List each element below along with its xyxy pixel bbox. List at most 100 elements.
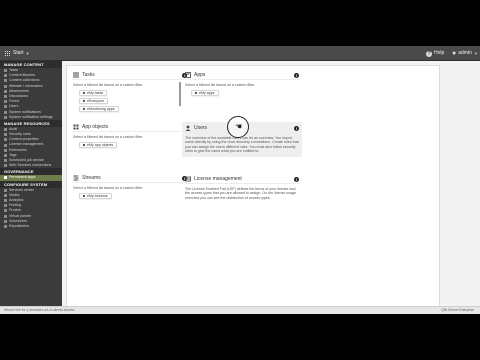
filter-chip[interactable]: eMy app objects [79, 142, 118, 149]
menu-item-icon [4, 69, 7, 73]
home-label: Start [13, 50, 24, 56]
streams-card-description: Select a filtered list based on a custom… [73, 186, 144, 190]
sidebar-section-title: Governance [0, 168, 62, 176]
menu-item-icon [4, 148, 7, 152]
grid-icon [5, 50, 11, 57]
menu-item-icon [4, 153, 7, 157]
letterbox-top [0, 0, 480, 46]
user-icon: ● [452, 50, 457, 57]
filter-chip-label: eMonitoring apps [87, 107, 115, 112]
filter-chip[interactable]: eMonitoring apps [79, 106, 119, 113]
user-menu-button[interactable]: ● admin ▼ [452, 49, 478, 58]
filter-chip-label: eEveryone [87, 99, 105, 104]
apps-icon [185, 72, 191, 78]
license-card-description: The License Enabled Flat (LEF) defines t… [185, 187, 297, 200]
info-icon[interactable]: i [294, 176, 299, 182]
menu-item-icon [4, 214, 7, 218]
filter-chip[interactable]: eMy streams [79, 193, 112, 200]
app-objects-card: App objects i Select a filtered list bas… [73, 123, 187, 149]
sidebar-item-label: Repositories [9, 223, 29, 228]
menu-item-icon [4, 79, 7, 83]
menu-item-icon [4, 110, 7, 114]
filter-chip[interactable]: eMy tasks [79, 90, 108, 97]
tasks-filter-list: eMy tasks eEveryone eMonitoring apps [79, 88, 187, 113]
filter-icon [195, 92, 197, 95]
start-page-panel: Tasks i Select a filtered list based on … [66, 65, 440, 308]
menu-item-icon [4, 188, 7, 192]
tasks-card-description: Select a filtered list based on a custom… [73, 83, 144, 87]
main-area: Tasks i Select a filtered list based on … [62, 61, 480, 314]
license-icon [185, 176, 191, 182]
app-objects-filter-list: eMy app objects [79, 140, 187, 149]
apps-filter-list: eMy apps [191, 88, 299, 97]
app-window: Start ▼ ? Help ● admin ▼ Manage content T… [0, 46, 480, 314]
menu-item-icon [4, 105, 7, 109]
streams-card-header: Streams i [73, 174, 187, 183]
filter-icon [83, 144, 85, 147]
chevron-down-icon: ▼ [473, 51, 478, 56]
objects-icon [73, 124, 79, 130]
license-card-title: License management [194, 176, 242, 182]
app-objects-card-title: App objects [82, 124, 109, 130]
menu-item-icon [4, 138, 7, 142]
menu-item-icon [4, 176, 7, 180]
letterbox-bottom [0, 314, 480, 360]
status-right-text: Qlik Sense Enterprise [441, 308, 474, 312]
home-menu-button[interactable]: Start ▼ [5, 49, 30, 58]
tasks-card: Tasks i Select a filtered list based on … [73, 71, 187, 113]
filter-icon [83, 195, 85, 198]
license-card-header: License management i [185, 175, 299, 184]
filter-chip[interactable]: eEveryone [79, 98, 109, 105]
filter-chip-label: eMy tasks [87, 91, 104, 96]
apps-card-description: Select a filtered list based on a custom… [185, 83, 256, 87]
streams-filter-list: eMy streams [79, 191, 187, 200]
tasks-card-header: Tasks i [73, 71, 187, 80]
sidebar-section-title: Configure system [0, 180, 62, 188]
filter-icon [83, 100, 85, 103]
menu-item-icon [4, 204, 7, 208]
menu-item-icon [4, 115, 7, 119]
stream-icon [73, 175, 79, 181]
sidebar-item[interactable]: Repositories [0, 224, 62, 229]
menu-item-icon [4, 95, 7, 99]
menu-item-icon [4, 89, 7, 93]
filter-chip-label: eMy streams [87, 194, 108, 199]
menu-item-icon [4, 100, 7, 104]
menu-item-icon [4, 159, 7, 163]
apps-card-title: Apps [194, 72, 206, 78]
sidebar-section-title: Manage content [0, 61, 62, 68]
app-objects-card-header: App objects i [73, 123, 187, 132]
users-card-description: The overview of the available users can … [185, 136, 299, 154]
top-navigation-bar: Start ▼ ? Help ● admin ▼ [0, 46, 480, 61]
filter-chip-label: eMy apps [199, 91, 215, 96]
license-management-card: License management i The License Enabled… [185, 175, 299, 200]
apps-card-header: Apps i [185, 71, 299, 80]
scrollbar[interactable] [179, 82, 181, 106]
streams-card: Streams i Select a filtered list based o… [73, 174, 187, 200]
menu-item-icon [4, 219, 7, 223]
menu-item-icon [4, 74, 7, 78]
user-label: admin [458, 50, 472, 56]
user-icon [185, 125, 191, 131]
menu-item-icon [4, 164, 7, 168]
menu-item-icon [4, 127, 7, 131]
apps-card: Apps i Select a filtered list based on a… [185, 71, 299, 97]
filter-chip-label: eMy app objects [87, 143, 114, 148]
streams-card-title: Streams [82, 175, 101, 181]
filter-icon [83, 92, 85, 95]
status-bar: Sense Hub for y-decluster-a4-ct-clients-… [0, 306, 480, 314]
chevron-down-icon: ▼ [25, 51, 30, 56]
menu-item-icon [4, 84, 7, 88]
sidebar: Manage content Tasks Content libraries Cont… [0, 61, 62, 314]
filter-chip[interactable]: eMy apps [191, 90, 219, 97]
menu-item-icon [4, 209, 7, 213]
sidebar-item-label: Permanent apps [9, 175, 36, 180]
help-label: Help [434, 50, 445, 56]
info-icon[interactable]: i [294, 125, 299, 131]
tasks-card-title: Tasks [82, 72, 95, 78]
sidebar-section-title: Manage resources [0, 119, 62, 127]
hand-cursor-icon: ☚ [235, 122, 243, 131]
info-icon[interactable]: i [294, 72, 299, 78]
list-icon [73, 72, 79, 78]
help-button[interactable]: ? Help [426, 49, 444, 58]
